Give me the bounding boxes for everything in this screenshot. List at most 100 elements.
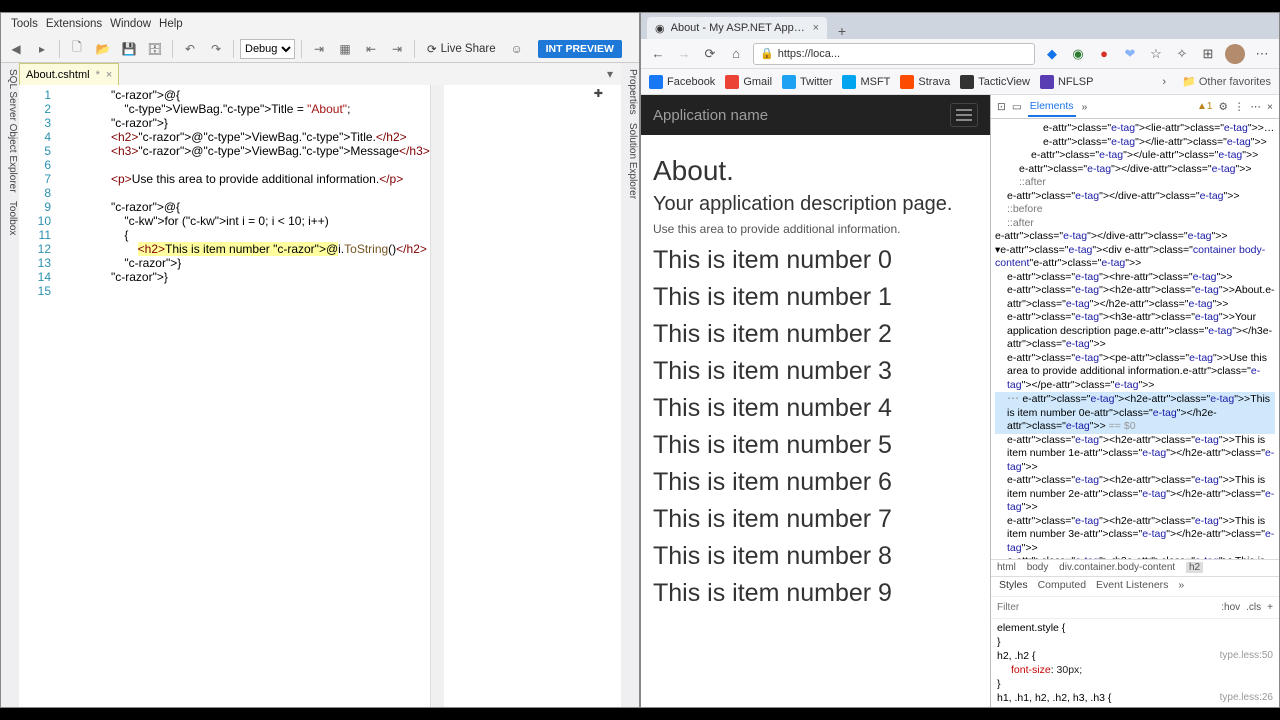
editor-tab-about[interactable]: About.cshtml * ×: [19, 63, 119, 85]
ext4-icon[interactable]: ❤: [1121, 45, 1139, 63]
home-icon[interactable]: ⌂: [727, 45, 745, 63]
profile-avatar[interactable]: [1225, 44, 1245, 64]
styles-filter-input[interactable]: [997, 602, 1215, 613]
menu-extensions[interactable]: Extensions: [46, 18, 102, 30]
more-icon[interactable]: ⋯: [1253, 45, 1271, 63]
dom-node[interactable]: e-attr">class="e-tag"></dive-attr">class…: [995, 190, 1275, 204]
warn-badge[interactable]: ▲1: [1197, 101, 1212, 112]
device-icon[interactable]: ▭: [1012, 101, 1022, 113]
close-devtools-icon[interactable]: ×: [1267, 101, 1273, 113]
undo-icon[interactable]: ↶: [179, 38, 201, 60]
bookmark-item[interactable]: Facebook: [649, 75, 715, 89]
dock-icon[interactable]: ⋮: [1234, 101, 1245, 113]
tab-dropdown-icon[interactable]: ▾: [599, 63, 621, 85]
dom-node[interactable]: e-attr">class="e-tag"><h3e-attr">class="…: [995, 311, 1275, 352]
dom-node[interactable]: e-attr">class="e-tag"></ule-attr">class=…: [995, 149, 1275, 163]
save-all-icon[interactable]: 🗄: [144, 38, 166, 60]
dom-node[interactable]: e-attr">class="e-tag"><h2e-attr">class="…: [995, 515, 1275, 556]
nav-fwd-icon[interactable]: ▸: [31, 38, 53, 60]
bookmark-item[interactable]: Twitter: [782, 75, 832, 89]
favorite-icon[interactable]: ☆: [1147, 45, 1165, 63]
save-icon[interactable]: 💾: [118, 38, 140, 60]
open-file-icon[interactable]: 📂: [92, 38, 114, 60]
page-favicon-icon: ◉: [655, 22, 665, 35]
hamburger-icon[interactable]: [950, 103, 978, 127]
outdent-icon[interactable]: ⇥: [386, 38, 408, 60]
favorites-bar-icon[interactable]: ✧: [1173, 45, 1191, 63]
bookmark-item[interactable]: NFLSP: [1040, 75, 1093, 89]
breadcrumb[interactable]: html body div.container.body-content h2: [991, 559, 1279, 577]
code-editor[interactable]: ✚ 123456789101112131415 "c-razor">@{ "c-…: [19, 85, 621, 707]
browse-icon[interactable]: ▦: [334, 38, 356, 60]
new-tab-button[interactable]: +: [831, 23, 853, 39]
menu-help[interactable]: Help: [159, 18, 183, 30]
step-icon[interactable]: ⇥: [308, 38, 330, 60]
redo-icon[interactable]: ↷: [205, 38, 227, 60]
styles-overflow-icon[interactable]: »: [1178, 579, 1184, 594]
dom-node[interactable]: ::after: [995, 176, 1275, 190]
dom-node[interactable]: ⋯ e-attr">class="e-tag"><h2e-attr">class…: [995, 392, 1275, 434]
settings-icon[interactable]: ⚙: [1218, 101, 1227, 113]
hov-toggle[interactable]: :hov: [1221, 602, 1240, 613]
ext2-icon[interactable]: ◉: [1069, 45, 1087, 63]
refresh-icon[interactable]: ⟳: [701, 45, 719, 63]
nav-back-icon[interactable]: ◀: [5, 38, 27, 60]
dom-node[interactable]: e-attr">class="e-tag"></dive-attr">class…: [995, 163, 1275, 177]
elements-tree[interactable]: e-attr">class="e-tag"><lie-attr">class="…: [991, 119, 1279, 559]
side-tab-right[interactable]: Properties Solution Explorer: [621, 63, 639, 707]
editor-scrollbar[interactable]: [430, 85, 444, 707]
maximize-icon[interactable]: ✚: [594, 87, 603, 101]
bookmarks-overflow-icon[interactable]: ›: [1162, 76, 1166, 88]
config-dropdown[interactable]: Debug: [240, 39, 295, 59]
new-file-icon[interactable]: 🗋: [66, 38, 88, 60]
indent-icon[interactable]: ⇤: [360, 38, 382, 60]
feedback-icon[interactable]: ☺: [506, 38, 528, 60]
ext3-icon[interactable]: ●: [1095, 45, 1113, 63]
menu-tools[interactable]: Tools: [11, 18, 38, 30]
ext1-icon[interactable]: ◆: [1043, 45, 1061, 63]
dom-node[interactable]: ::before: [995, 203, 1275, 217]
dom-node[interactable]: e-attr">class="e-tag"><h2e-attr">class="…: [995, 434, 1275, 475]
forward-icon[interactable]: →: [675, 45, 693, 63]
tab-elements[interactable]: Elements: [1028, 97, 1076, 117]
back-icon[interactable]: ←: [649, 45, 667, 63]
cls-toggle[interactable]: .cls: [1246, 602, 1261, 613]
item-heading: This is item number 0: [653, 246, 978, 275]
tab-overflow-icon[interactable]: »: [1082, 101, 1088, 113]
styles-body[interactable]: element.style { } type.less:50h2, .h2 { …: [991, 619, 1279, 707]
browser-window: ◉ About - My ASP.NET Application × + ← →…: [640, 12, 1280, 708]
dom-node[interactable]: e-attr">class="e-tag"><h2e-attr">class="…: [995, 474, 1275, 515]
address-bar[interactable]: 🔒 https://loca...: [753, 43, 1035, 65]
new-rule-icon[interactable]: +: [1267, 602, 1273, 613]
dom-node[interactable]: ::after: [995, 217, 1275, 231]
dom-node[interactable]: e-attr">class="e-tag"><hre-attr">class="…: [995, 271, 1275, 285]
preview-button[interactable]: INT PREVIEW: [538, 40, 622, 58]
tab-computed[interactable]: Computed: [1038, 579, 1086, 594]
dom-node[interactable]: e-attr">class="e-tag"><pe-attr">class="e…: [995, 352, 1275, 393]
browser-tab[interactable]: ◉ About - My ASP.NET Application ×: [647, 17, 827, 39]
dom-node[interactable]: e-attr">class="e-tag"></dive-attr">class…: [995, 230, 1275, 244]
bookmark-item[interactable]: MSFT: [842, 75, 890, 89]
tab-styles[interactable]: Styles: [999, 579, 1028, 594]
bookmark-item[interactable]: Strava: [900, 75, 950, 89]
close-tab-icon[interactable]: ×: [813, 22, 819, 34]
live-share-button[interactable]: ⟳ Live Share: [421, 42, 502, 56]
other-favorites[interactable]: 📁 Other favorites: [1182, 75, 1271, 88]
bookmark-item[interactable]: Gmail: [725, 75, 772, 89]
code-area[interactable]: "c-razor">@{ "c-type">ViewBag."c-type">T…: [61, 85, 430, 707]
brand-link[interactable]: Application name: [653, 107, 768, 124]
menu-window[interactable]: Window: [110, 18, 151, 30]
dom-node[interactable]: e-attr">class="e-tag"><h2e-attr">class="…: [995, 284, 1275, 311]
close-tab-icon[interactable]: ×: [106, 69, 112, 81]
tab-listeners[interactable]: Event Listeners: [1096, 579, 1168, 594]
bookmark-item[interactable]: TacticView: [960, 75, 1030, 89]
inspect-icon[interactable]: ⊡: [997, 101, 1006, 113]
browser-tabstrip: ◉ About - My ASP.NET Application × +: [641, 13, 1279, 39]
dom-node[interactable]: ▾e-attr">class="e-tag"><div e-attr">clas…: [995, 244, 1275, 271]
more-icon[interactable]: ⋯: [1250, 101, 1261, 113]
collections-icon[interactable]: ⊞: [1199, 45, 1217, 63]
dom-node[interactable]: e-attr">class="e-tag"><lie-attr">class="…: [995, 122, 1275, 149]
rule2-src[interactable]: type.less:26: [1220, 691, 1273, 705]
side-tab-sql[interactable]: SQL Server Object Explorer Toolbox: [1, 63, 19, 707]
rule-src[interactable]: type.less:50: [1220, 649, 1273, 663]
